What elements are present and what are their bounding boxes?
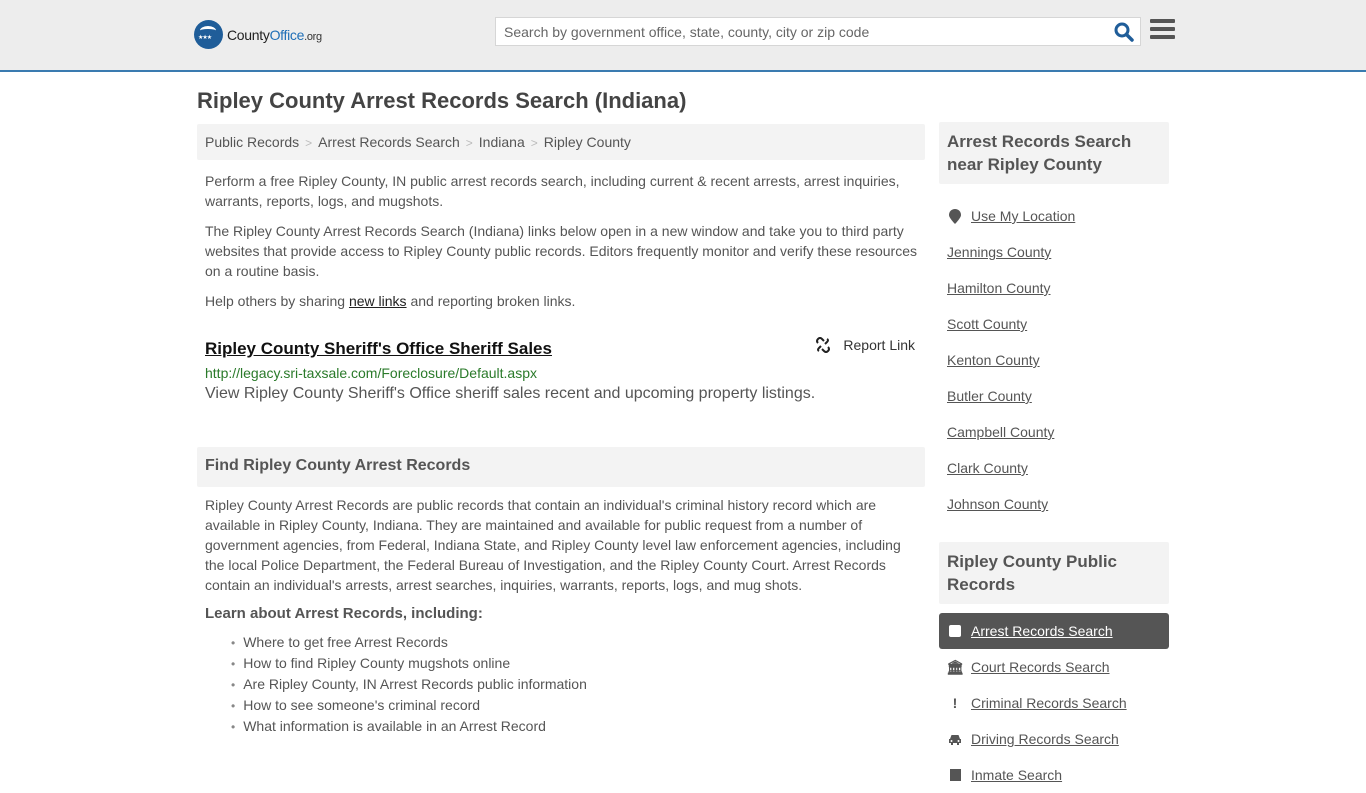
location-pin-icon — [947, 208, 963, 224]
eagle-logo-icon — [194, 20, 223, 49]
sidebar-item-criminal-records[interactable]: ! Criminal Records Search — [939, 685, 1169, 721]
nearby-county-item[interactable]: Scott County — [939, 306, 1169, 342]
report-link-button[interactable]: Report Link — [815, 337, 915, 353]
list-item: Where to get free Arrest Records — [243, 632, 925, 653]
nearby-county-link[interactable]: Scott County — [947, 316, 1027, 332]
breadcrumb-separator: > — [305, 136, 313, 150]
new-links-link[interactable]: new links — [349, 293, 407, 309]
learn-heading: Learn about Arrest Records, including: — [205, 605, 483, 622]
use-my-location-link[interactable]: Use My Location — [971, 208, 1075, 224]
search-box — [495, 17, 1141, 46]
public-records-list: Arrest Records Search 🏛︎ Court Records S… — [939, 613, 1169, 793]
share-paragraph: Help others by sharing new links and rep… — [205, 293, 576, 309]
breadcrumb-arrest-records-search[interactable]: Arrest Records Search — [318, 134, 460, 150]
nearby-county-item[interactable]: Johnson County — [939, 486, 1169, 522]
result-url: http://legacy.sri-taxsale.com/Foreclosur… — [205, 365, 537, 381]
nearby-county-link[interactable]: Jennings County — [947, 244, 1051, 260]
courthouse-icon: 🏛︎ — [946, 658, 964, 675]
exclamation-icon: ! — [952, 695, 958, 711]
result-description: View Ripley County Sheriff's Office sher… — [205, 385, 816, 402]
breadcrumb-ripley-county[interactable]: Ripley County — [544, 134, 631, 150]
list-item: What information is available in an Arre… — [243, 716, 925, 737]
nearby-county-link[interactable]: Campbell County — [947, 424, 1054, 440]
sidebar-item-inmate-search[interactable]: Inmate Search — [939, 757, 1169, 793]
nearby-county-item[interactable]: Kenton County — [939, 342, 1169, 378]
breadcrumb-separator: > — [530, 136, 538, 150]
hamburger-menu-icon[interactable] — [1150, 19, 1175, 41]
list-item: How to find Ripley County mugshots onlin… — [243, 653, 925, 674]
broken-link-icon — [816, 337, 831, 353]
find-records-body: Ripley County Arrest Records are public … — [205, 497, 901, 593]
breadcrumb-public-records[interactable]: Public Records — [205, 134, 299, 150]
sidebar-item-driving-records[interactable]: Driving Records Search — [939, 721, 1169, 757]
nearby-county-item[interactable]: Hamilton County — [939, 270, 1169, 306]
result-title-link[interactable]: Ripley County Sheriff's Office Sheriff S… — [205, 339, 917, 359]
main-content: Public Records > Arrest Records Search > Ind… — [197, 124, 925, 737]
breadcrumb: Public Records > Arrest Records Search > Ind… — [197, 124, 925, 160]
list-item: Are Ripley County, IN Arrest Records pub… — [243, 674, 925, 695]
list-item: How to see someone's criminal record — [243, 695, 925, 716]
nearby-heading: Arrest Records Search near Ripley County — [939, 122, 1169, 184]
result-item: Ripley County Sheriff's Office Sheriff S… — [197, 337, 925, 403]
search-button[interactable] — [1114, 22, 1134, 42]
learn-list: Where to get free Arrest Records How to … — [197, 632, 925, 737]
search-icon — [1114, 22, 1134, 42]
car-icon — [947, 734, 963, 745]
nearby-county-item[interactable]: Butler County — [939, 378, 1169, 414]
inmate-icon — [947, 769, 963, 781]
sidebar-item-arrest-records[interactable]: Arrest Records Search — [939, 613, 1169, 649]
use-location-item[interactable]: Use My Location — [939, 198, 1169, 234]
breadcrumb-separator: > — [465, 136, 473, 150]
logo[interactable]: CountyOffice.org — [194, 20, 322, 49]
find-records-heading: Find Ripley County Arrest Records — [197, 447, 925, 487]
site-header: CountyOffice.org — [0, 0, 1366, 72]
nearby-county-link[interactable]: Clark County — [947, 460, 1028, 476]
square-icon — [947, 625, 963, 637]
sidebar-item-court-records[interactable]: 🏛︎ Court Records Search — [939, 649, 1169, 685]
nearby-county-link[interactable]: Johnson County — [947, 496, 1048, 512]
nearby-county-item[interactable]: Campbell County — [939, 414, 1169, 450]
nearby-list: Use My Location Jennings County Hamilton… — [939, 198, 1169, 522]
nearby-county-item[interactable]: Jennings County — [939, 234, 1169, 270]
search-input[interactable] — [496, 18, 1096, 45]
intro-paragraph: Perform a free Ripley County, IN public … — [205, 173, 900, 209]
nearby-county-item[interactable]: Clark County — [939, 450, 1169, 486]
disclaimer-paragraph: The Ripley County Arrest Records Search … — [205, 223, 918, 279]
nearby-county-link[interactable]: Hamilton County — [947, 280, 1051, 296]
breadcrumb-indiana[interactable]: Indiana — [479, 134, 525, 150]
public-records-heading: Ripley County Public Records — [939, 542, 1169, 604]
nearby-county-link[interactable]: Butler County — [947, 388, 1032, 404]
sidebar: Arrest Records Search near Ripley County… — [939, 122, 1169, 793]
logo-text: CountyOffice.org — [227, 26, 322, 43]
nearby-county-link[interactable]: Kenton County — [947, 352, 1040, 368]
page-title: Ripley County Arrest Records Search (Ind… — [197, 88, 687, 113]
